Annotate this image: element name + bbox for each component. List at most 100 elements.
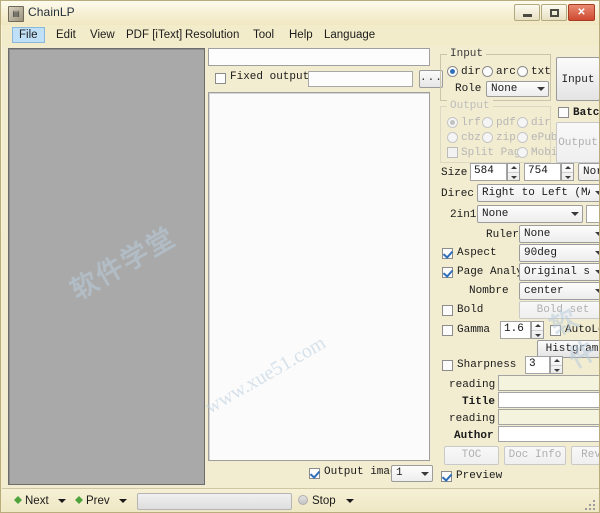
- radio-output-lrf[interactable]: [447, 117, 458, 128]
- size-height-stepper[interactable]: [561, 163, 574, 181]
- bold-label: Bold: [457, 304, 483, 316]
- batch-checkbox[interactable]: [558, 107, 569, 118]
- radio-input-arc[interactable]: [482, 66, 493, 77]
- title-reading-input[interactable]: [498, 375, 600, 391]
- prev-dropdown-icon[interactable]: [119, 499, 127, 503]
- input-button[interactable]: Input: [556, 57, 600, 101]
- page-analys-checkbox[interactable]: [442, 267, 453, 278]
- output-image-checkbox[interactable]: [309, 468, 320, 479]
- close-button[interactable]: ✕: [568, 4, 595, 21]
- sharpness-checkbox[interactable]: [442, 360, 453, 371]
- menu-language[interactable]: Language: [318, 28, 381, 43]
- gamma-input[interactable]: 1.6: [500, 321, 531, 339]
- prev-button[interactable]: Prev: [86, 493, 110, 510]
- fixed-output-checkbox[interactable]: [215, 73, 226, 84]
- direction-value: Right to Left (MANGA): [482, 185, 590, 201]
- input-path-field[interactable]: [208, 48, 430, 66]
- author-input[interactable]: [498, 426, 600, 442]
- sharpness-input[interactable]: 3: [525, 356, 550, 374]
- role-value: None: [491, 82, 532, 96]
- settings-panel: Input dir arc txt Role None Output lrf: [436, 46, 600, 487]
- radio-output-pdf[interactable]: [482, 117, 493, 128]
- output-group-title: Output: [447, 100, 493, 112]
- menu-help[interactable]: Help: [283, 28, 319, 43]
- nombre-select[interactable]: center: [519, 282, 600, 300]
- chevron-down-icon: [595, 232, 600, 236]
- minimize-button[interactable]: [514, 4, 540, 21]
- sharpness-stepper[interactable]: [550, 356, 563, 374]
- radio-input-dir[interactable]: [447, 66, 458, 77]
- bold-checkbox[interactable]: [442, 305, 453, 316]
- menu-pdf-itext[interactable]: PDF [iText]: [120, 28, 188, 43]
- rev-button[interactable]: Rev: [571, 446, 600, 465]
- author-label: Author: [454, 430, 494, 442]
- preview-panel-main[interactable]: [208, 92, 430, 461]
- prev-arrow-icon: [75, 496, 83, 504]
- sharpness-label: Sharpness: [457, 359, 516, 371]
- menu-file[interactable]: File: [12, 27, 45, 43]
- stop-icon: [298, 495, 308, 505]
- page-analys-value: Original siz: [524, 264, 590, 280]
- role-select[interactable]: None: [486, 81, 549, 97]
- aspect-select[interactable]: 90deg: [519, 244, 600, 262]
- resize-grip[interactable]: [585, 500, 597, 512]
- menu-resolution[interactable]: Resolution: [179, 28, 245, 43]
- middle-column: Fixed output folde ... Output imag 1: [208, 46, 433, 487]
- fixed-output-label: Fixed output folde: [230, 71, 308, 83]
- size-mode-select[interactable]: Normal: [578, 163, 600, 181]
- size-height-input[interactable]: 754: [524, 163, 561, 181]
- direction-label: Direc: [441, 188, 474, 200]
- size-width-stepper[interactable]: [507, 163, 520, 181]
- maximize-button[interactable]: [541, 4, 567, 21]
- gamma-label: Gamma: [457, 324, 490, 336]
- radio-output-epub[interactable]: [517, 132, 528, 143]
- two-in-one-label: 2in1: [450, 209, 476, 221]
- aspect-value: 90deg: [524, 245, 590, 261]
- radio-output-cbz[interactable]: [447, 132, 458, 143]
- size-width-input[interactable]: 584: [470, 163, 507, 181]
- menu-view[interactable]: View: [84, 28, 121, 43]
- gamma-stepper[interactable]: [531, 321, 544, 339]
- menu-edit[interactable]: Edit: [50, 28, 82, 43]
- role-label: Role: [455, 83, 481, 95]
- label-input-txt: txt: [531, 66, 551, 78]
- split-page-checkbox[interactable]: [447, 147, 458, 158]
- doc-info-button[interactable]: Doc Info: [504, 446, 566, 465]
- toc-button[interactable]: TOC: [444, 446, 499, 465]
- gamma-checkbox[interactable]: [442, 325, 453, 336]
- stop-button[interactable]: Stop: [312, 493, 336, 510]
- aspect-checkbox[interactable]: [442, 248, 453, 259]
- output-image-page-select[interactable]: 1: [391, 465, 433, 482]
- label-output-cbz: cbz: [461, 132, 481, 144]
- stop-dropdown-icon[interactable]: [346, 499, 354, 503]
- two-in-one-select[interactable]: None: [477, 205, 583, 223]
- title-reading-label: reading: [449, 379, 495, 391]
- radio-output-dir[interactable]: [517, 117, 528, 128]
- title-input[interactable]: [498, 392, 600, 408]
- page-analys-select[interactable]: Original siz: [519, 263, 600, 281]
- label-output-epub: ePub: [531, 132, 557, 144]
- output-button[interactable]: Output: [556, 122, 600, 163]
- autolevel-checkbox[interactable]: [550, 325, 561, 336]
- preview-checkbox[interactable]: [441, 471, 452, 482]
- radio-output-mobi[interactable]: [517, 147, 528, 158]
- app-icon: ▤: [8, 6, 24, 22]
- direction-select[interactable]: Right to Left (MANGA): [477, 184, 600, 202]
- bold-set-button[interactable]: Bold set: [519, 301, 600, 319]
- fixed-output-row: Fixed output folde ...: [208, 70, 433, 88]
- two-in-one-extra-input[interactable]: [586, 205, 600, 223]
- chevron-down-icon: [421, 472, 429, 476]
- author-reading-input[interactable]: [498, 409, 600, 425]
- application-window: ▤ ChainLP ✕ File Edit View PDF [iText] R…: [0, 0, 600, 513]
- ruler-select[interactable]: None: [519, 225, 600, 243]
- next-button[interactable]: Next: [25, 493, 49, 510]
- input-group-title: Input: [447, 48, 486, 60]
- aspect-label: Aspect: [457, 247, 497, 259]
- menu-tool[interactable]: Tool: [247, 28, 280, 43]
- bottom-toolbar: Next Prev Stop: [2, 488, 600, 513]
- preview-panel-left[interactable]: [8, 48, 205, 485]
- fixed-output-path-input[interactable]: [308, 71, 413, 87]
- radio-input-txt[interactable]: [517, 66, 528, 77]
- next-dropdown-icon[interactable]: [58, 499, 66, 503]
- radio-output-zip[interactable]: [482, 132, 493, 143]
